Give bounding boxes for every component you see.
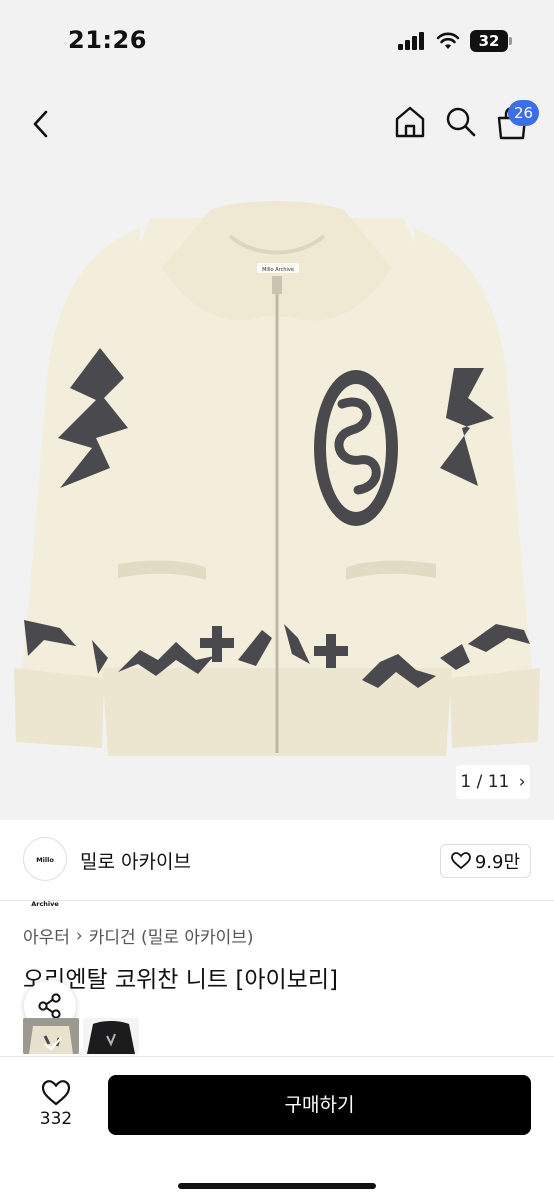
heart-icon xyxy=(450,852,471,870)
divider xyxy=(0,900,554,901)
top-navbar xyxy=(0,84,554,168)
wifi-icon xyxy=(436,32,460,49)
heart-icon xyxy=(41,1080,71,1106)
wishlist-count: 332 xyxy=(39,1109,73,1129)
seller-like-button[interactable]: 9.9만 xyxy=(439,844,531,878)
breadcrumb-level2[interactable]: 카디건 (밀로 아카이브) xyxy=(89,923,254,948)
cardigan-image: Millo Archive xyxy=(14,201,540,756)
breadcrumb-level1[interactable]: 아우터 xyxy=(23,923,70,948)
color-option-black[interactable] xyxy=(83,1018,139,1054)
home-indicator xyxy=(178,1183,376,1189)
battery-indicator: 32 xyxy=(470,30,512,52)
status-time: 21:26 xyxy=(68,26,147,54)
seller-name[interactable]: 밀로 아카이브 xyxy=(80,847,191,874)
seller-like-count: 9.9만 xyxy=(474,852,520,873)
product-image-gallery[interactable]: Millo Archive 1 / 11 › xyxy=(0,168,554,820)
bottom-action-bar: 332 구매하기 xyxy=(0,1056,554,1200)
chevron-right-icon: › xyxy=(75,925,83,946)
color-option-ivory[interactable] xyxy=(23,1018,79,1054)
status-bar: 21:26 32 xyxy=(0,0,554,84)
breadcrumb: 아우터 › 카디건 (밀로 아카이브) xyxy=(23,923,254,949)
search-icon[interactable] xyxy=(444,104,478,140)
buy-button[interactable]: 구매하기 xyxy=(108,1075,531,1135)
cart-count-badge: 26 xyxy=(508,100,540,126)
share-icon xyxy=(38,993,61,1019)
image-counter-text: 1 / 11 xyxy=(460,772,510,792)
battery-level: 32 xyxy=(478,32,500,50)
chevron-right-icon: › xyxy=(518,772,526,792)
signal-icon xyxy=(398,32,424,50)
seller-row[interactable]: Millo Archive 밀로 아카이브 9.9만 xyxy=(0,820,554,908)
status-indicators: 32 xyxy=(398,30,512,52)
home-icon[interactable] xyxy=(393,104,427,140)
back-icon[interactable] xyxy=(26,104,56,144)
seller-avatar[interactable]: Millo Archive xyxy=(23,837,67,908)
svg-text:Millo Archive: Millo Archive xyxy=(262,267,294,273)
color-options xyxy=(23,1018,139,1054)
image-counter[interactable]: 1 / 11 › xyxy=(456,765,530,799)
